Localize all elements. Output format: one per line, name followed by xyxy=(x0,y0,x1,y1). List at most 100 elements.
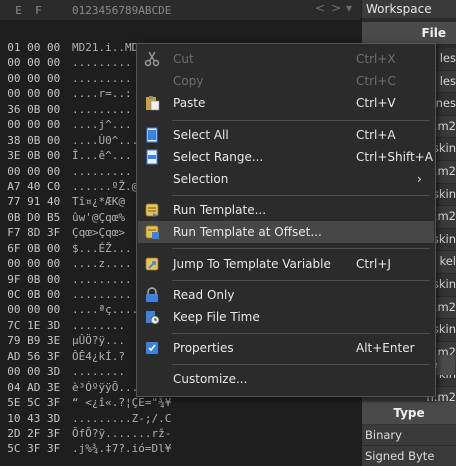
ascii-text[interactable]: ......... xyxy=(72,287,132,302)
ascii-text[interactable]: Çqœ>Çqœ> xyxy=(72,225,125,240)
hex-bytes[interactable]: 9F 0B 00 xyxy=(0,272,60,287)
properties-icon xyxy=(146,342,158,354)
hex-bytes[interactable]: 00 00 00 xyxy=(0,55,60,70)
menu-label: Copy xyxy=(173,74,204,88)
menu-label: Cut xyxy=(173,52,194,66)
ascii-text[interactable]: ......ºŽ.@ xyxy=(72,179,138,194)
hex-bytes[interactable]: 38 0B 00 xyxy=(0,133,60,148)
menu-item-run-template[interactable]: Run Template... xyxy=(138,199,434,221)
ascii-text[interactable]: ....Ù0^... xyxy=(72,133,138,148)
ascii-text[interactable]: ......... xyxy=(72,102,132,117)
file-column-header[interactable]: File xyxy=(362,22,456,44)
hex-bytes[interactable]: 00 00 00 xyxy=(0,256,60,271)
hex-bytes[interactable]: 10 43 3D xyxy=(0,411,60,426)
menu-label: Keep File Time xyxy=(173,310,260,324)
menu-item-keep-file-time[interactable]: Keep File Time xyxy=(138,306,434,328)
jump-template-icon xyxy=(145,257,159,271)
hex-bytes[interactable]: 77 91 40 xyxy=(0,194,60,209)
ascii-column-labels: 0123456789ABCDE xyxy=(72,3,172,17)
ascii-text[interactable]: Tî¤¿*ÆK@ xyxy=(72,194,125,209)
ascii-text[interactable]: ......... xyxy=(72,55,132,70)
workspace-title: Workspace xyxy=(362,0,456,18)
ascii-text[interactable]: ......... xyxy=(72,71,132,86)
hex-bytes[interactable]: 00 00 00 xyxy=(0,86,60,101)
hex-bytes[interactable]: 79 B9 3E xyxy=(0,333,60,348)
hex-bytes[interactable]: A7 40 C0 xyxy=(0,179,60,194)
ascii-text[interactable]: ......... xyxy=(72,164,132,179)
ascii-text[interactable]: “ <¿î«.?¦ÇE="¾¥ xyxy=(72,395,171,410)
menu-item-jump-to-template-variable[interactable]: Jump To Template Variable Ctrl+J xyxy=(138,253,434,275)
ascii-text[interactable]: ....z.... xyxy=(72,256,132,271)
menu-separator xyxy=(172,333,430,334)
hex-row[interactable]: 5C 3F 3F .j%¾.‡7?.ió=Dl¥ xyxy=(0,441,360,456)
menu-label: Run Template at Offset... xyxy=(173,225,322,239)
menu-item-customize[interactable]: Customize... xyxy=(138,368,434,390)
ascii-text[interactable]: ......... xyxy=(72,272,132,287)
hex-row[interactable]: 5E 5C 3F “ <¿î«.?¦ÇE="¾¥ xyxy=(0,395,360,410)
ascii-text[interactable]: ûw'@Çqœ% xyxy=(72,210,125,225)
hex-bytes[interactable]: 5C 3F 3F xyxy=(0,441,60,456)
menu-item-paste[interactable]: Paste Ctrl+V xyxy=(138,92,434,114)
ascii-text[interactable]: è³ÓºÿÿÕ.... xyxy=(72,380,145,395)
menu-shortcut: Ctrl+X xyxy=(356,52,396,66)
menu-item-run-template-at-offset[interactable]: Run Template at Offset... xyxy=(138,221,434,243)
submenu-arrow-icon: › xyxy=(417,172,422,186)
hex-bytes[interactable]: 01 00 00 xyxy=(0,40,60,55)
hex-bytes[interactable]: 7C 1E 3D xyxy=(0,318,60,333)
ascii-text[interactable]: .........Z-;/.C xyxy=(72,411,171,426)
menu-shortcut: Alt+Enter xyxy=(356,341,415,355)
back-arrow-icon[interactable]: < xyxy=(315,1,325,15)
ascii-text[interactable]: .j%¾.‡7?.ió=Dl¥ xyxy=(72,441,171,456)
hex-bytes[interactable]: 5E 5C 3F xyxy=(0,395,60,410)
menu-label: Jump To Template Variable xyxy=(173,257,331,271)
ascii-text[interactable]: µÛÖ?ÿ... xyxy=(72,333,125,348)
ascii-text[interactable]: ........ xyxy=(72,318,125,333)
menu-label: Run Template... xyxy=(173,203,267,217)
menu-item-selection[interactable]: Selection › xyxy=(138,168,434,190)
hex-bytes[interactable]: AD 56 3F xyxy=(0,349,60,364)
dropdown-icon[interactable]: ▾ xyxy=(346,1,352,15)
inspector-row-binary[interactable]: Binary xyxy=(362,425,456,445)
menu-shortcut: Ctrl+J xyxy=(356,257,391,271)
hex-bytes[interactable]: 36 0B 00 xyxy=(0,102,60,117)
template-offset-icon xyxy=(145,225,159,239)
ascii-text[interactable]: Î...ê^... xyxy=(72,148,132,163)
inspector-type-header[interactable]: Type xyxy=(362,402,456,424)
ascii-text[interactable]: ÕfÕ?ÿ.......rž- xyxy=(72,426,171,441)
ascii-text[interactable]: ....j^... xyxy=(72,117,132,132)
menu-shortcut: Ctrl+C xyxy=(356,74,396,88)
hex-row[interactable]: 10 43 3D .........Z-;/.C xyxy=(0,411,360,426)
menu-item-read-only[interactable]: Read Only xyxy=(138,284,434,306)
hex-column-header: E F 0123456789ABCDE xyxy=(0,0,360,20)
ascii-text[interactable]: ....r=..: xyxy=(72,86,132,101)
menu-label: Read Only xyxy=(173,288,235,302)
menu-item-copy[interactable]: Copy Ctrl+C xyxy=(138,70,434,92)
hex-bytes[interactable]: 00 00 00 xyxy=(0,302,60,317)
hex-row[interactable]: 2D 2F 3F ÕfÕ?ÿ.......rž- xyxy=(0,426,360,441)
menu-item-cut[interactable]: Cut Ctrl+X xyxy=(138,48,434,70)
menu-label: Properties xyxy=(173,341,234,355)
hex-bytes[interactable]: 00 00 00 xyxy=(0,117,60,132)
hex-bytes[interactable]: 0B D0 B5 xyxy=(0,210,60,225)
inspector-row-signed-byte[interactable]: Signed Byte xyxy=(362,446,456,466)
ascii-text[interactable]: ....ªç.... xyxy=(72,302,138,317)
menu-separator xyxy=(172,195,430,196)
menu-shortcut: Ctrl+Shift+A xyxy=(356,150,433,164)
ascii-text[interactable]: ........ xyxy=(72,364,125,379)
hex-bytes[interactable]: 2D 2F 3F xyxy=(0,426,60,441)
ascii-text[interactable]: $...ÉŽ... xyxy=(72,241,132,256)
hex-bytes[interactable]: 04 AD 3E xyxy=(0,380,60,395)
menu-item-select-all[interactable]: Select All Ctrl+A xyxy=(138,124,434,146)
forward-arrow-icon[interactable]: > xyxy=(331,1,341,15)
hex-bytes[interactable]: F7 8D 3F xyxy=(0,225,60,240)
ascii-text[interactable]: ÔÊ4¿kÍ.? xyxy=(72,349,125,364)
hex-bytes[interactable]: 00 00 00 xyxy=(0,71,60,86)
menu-item-properties[interactable]: Properties Alt+Enter xyxy=(138,337,434,359)
hex-bytes[interactable]: 0C 0B 00 xyxy=(0,287,60,302)
menu-separator xyxy=(172,364,430,365)
hex-bytes[interactable]: 3E 0B 00 xyxy=(0,148,60,163)
hex-bytes[interactable]: 00 00 00 xyxy=(0,164,60,179)
hex-bytes[interactable]: 00 00 3D xyxy=(0,364,60,379)
menu-item-select-range[interactable]: Select Range... Ctrl+Shift+A xyxy=(138,146,434,168)
hex-bytes[interactable]: 6F 0B 00 xyxy=(0,241,60,256)
